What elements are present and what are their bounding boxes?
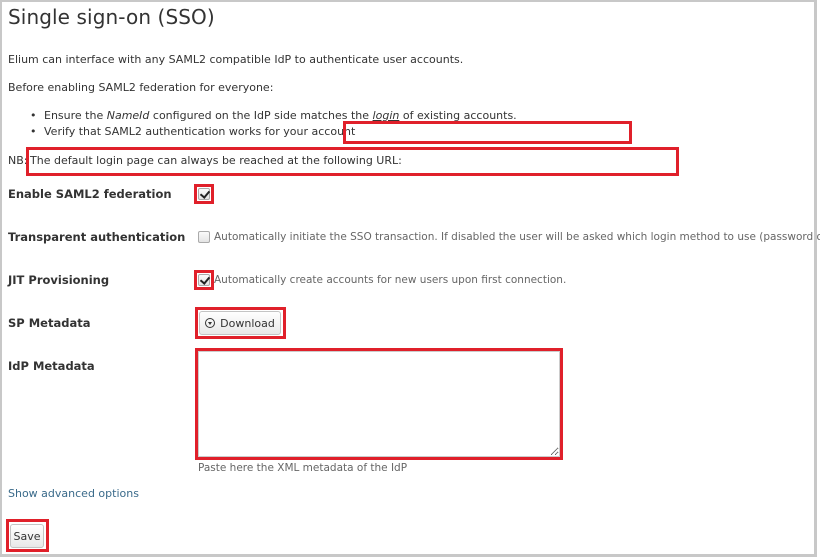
jit-help: Automatically create accounts for new us… — [214, 274, 567, 286]
transparent-auth-help: Automatically initiate the SSO transacti… — [214, 231, 820, 243]
transparent-auth-checkbox[interactable] — [198, 231, 210, 243]
highlight-idp-metadata — [195, 348, 563, 460]
enable-saml2-label: Enable SAML2 federation — [8, 187, 172, 201]
page-title: Single sign-on (SSO) — [8, 5, 215, 29]
highlight-verify-link — [343, 121, 632, 144]
bullet-text: Ensure the — [44, 109, 107, 122]
highlight-jit — [194, 270, 214, 290]
intro-text: Elium can interface with any SAML2 compa… — [8, 53, 464, 66]
transparent-auth-label: Transparent authentication — [8, 230, 186, 244]
highlight-download — [195, 307, 286, 339]
sp-metadata-label: SP Metadata — [8, 316, 91, 330]
bullet-text: configured on the IdP side matches the — [149, 109, 373, 122]
jit-label: JIT Provisioning — [8, 273, 110, 287]
show-advanced-options-link[interactable]: Show advanced options — [8, 487, 139, 500]
idp-metadata-help: Paste here the XML metadata of the IdP — [198, 462, 408, 474]
nb-prefix: NB: — [8, 154, 28, 167]
highlight-enable-saml2 — [194, 184, 214, 204]
nameid-term: NameId — [106, 109, 150, 122]
highlight-default-login-url — [26, 147, 679, 176]
before-heading: Before enabling SAML2 federation for eve… — [8, 81, 274, 94]
idp-metadata-label: IdP Metadata — [8, 359, 95, 373]
highlight-save — [6, 519, 49, 552]
bullet-text: Verify that SAML2 authentication works f… — [44, 125, 356, 138]
bullet-verify: Verify that SAML2 authentication works f… — [30, 125, 356, 138]
